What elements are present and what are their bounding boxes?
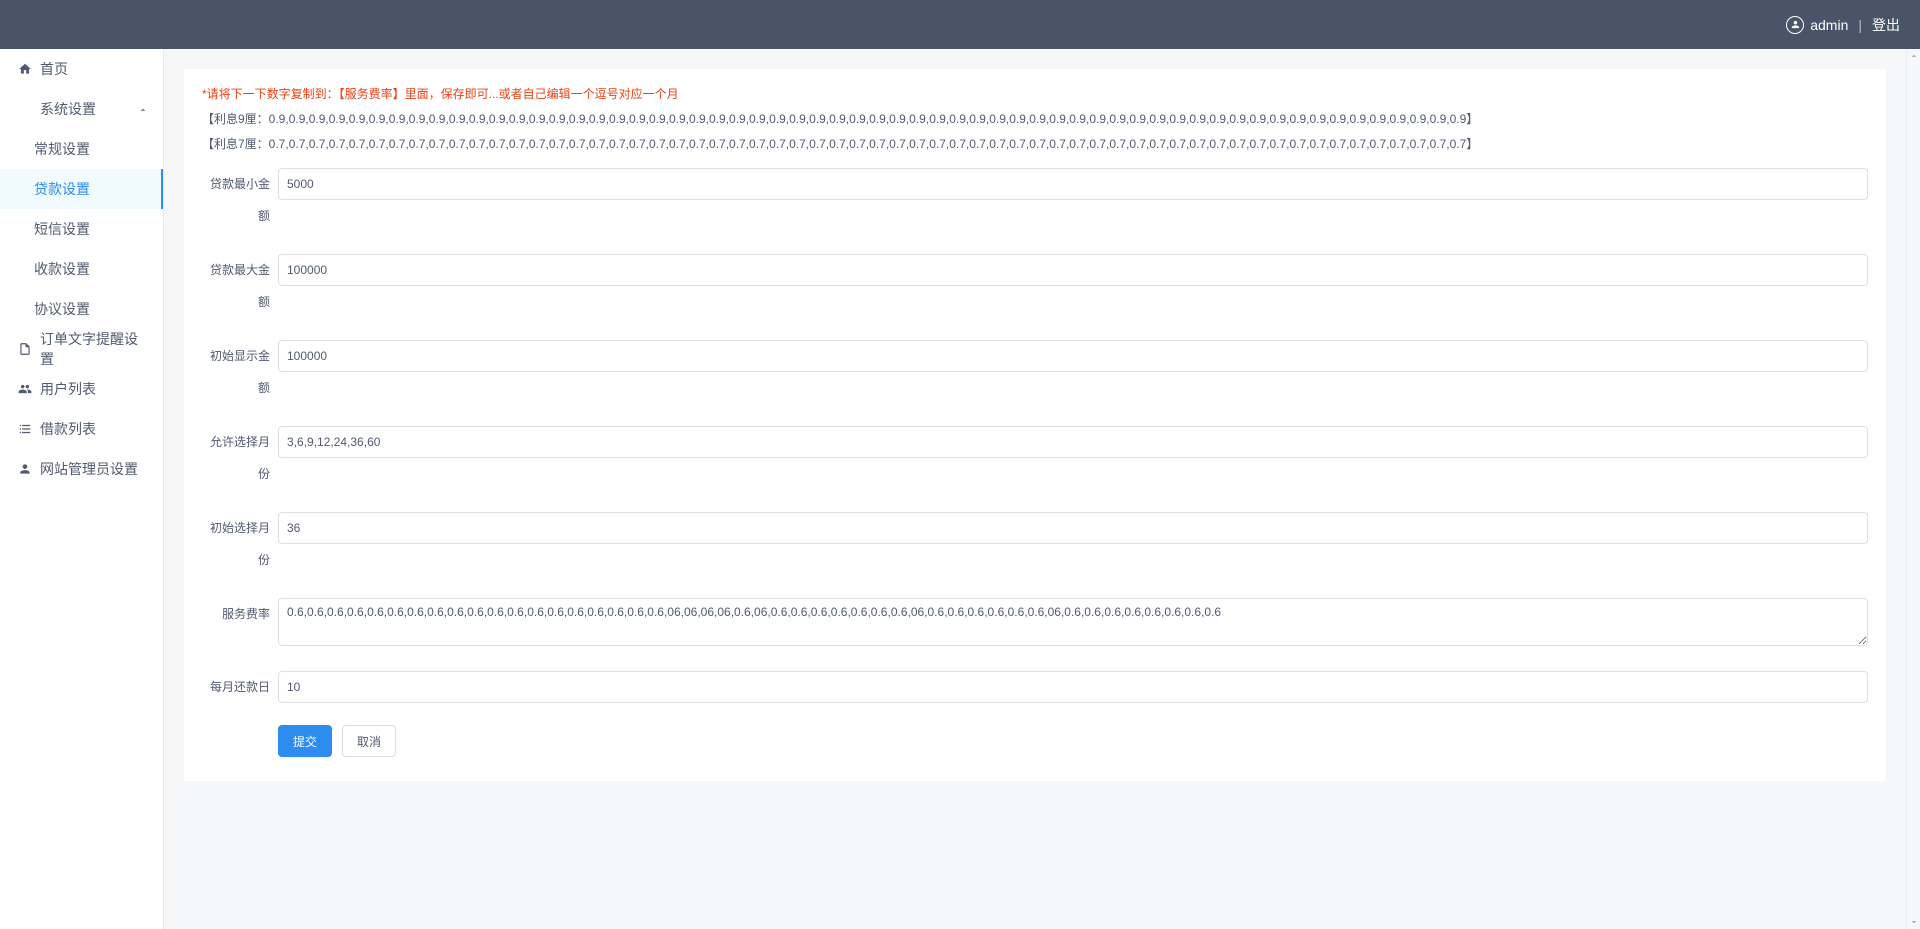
sidebar-item-label: 订单文字提醒设置 [40,329,145,369]
header-user-section[interactable]: admin [1786,16,1848,34]
sidebar-item-borrow-list[interactable]: 借款列表 [0,409,163,449]
sidebar-item-label: 协议设置 [34,299,90,319]
sidebar-item-user-list[interactable]: 用户列表 [0,369,163,409]
scroll-up-icon[interactable] [1907,49,1920,63]
sidebar-item-label: 常规设置 [34,139,90,159]
top-header: admin | 登出 [0,0,1920,49]
rate-7-hint: 【利息7厘：0.7,0.7,0.7,0.7,0.7,0.7,0.7,0.7,0.… [202,135,1868,152]
scrollbar[interactable] [1906,49,1920,929]
cancel-button[interactable]: 取消 [342,725,396,757]
person-icon [18,462,32,476]
sidebar-item-label: 网站管理员设置 [40,459,138,479]
sidebar-item-label: 用户列表 [40,379,96,399]
sidebar-item-label: 系统设置 [40,99,96,119]
hint-warning: *请将下一下数字复制到：【服务费率】里面，保存即可...或者自己编辑一个逗号对应… [202,85,1868,102]
home-icon [18,62,32,76]
chevron-up-icon [137,103,149,119]
logout-link[interactable]: 登出 [1872,15,1900,35]
sidebar-item-label: 借款列表 [40,419,96,439]
list-icon [18,422,32,436]
label-init-display-amount: 初始显示金额 [202,340,278,404]
sidebar-item-home[interactable]: 首页 [0,49,163,89]
init-display-amount-input[interactable] [278,340,1868,372]
max-amount-input[interactable] [278,254,1868,286]
content-panel: *请将下一下数字复制到：【服务费率】里面，保存即可...或者自己编辑一个逗号对应… [184,69,1886,781]
init-month-input[interactable] [278,512,1868,544]
label-max-amount: 贷款最大金额 [202,254,278,318]
sidebar-item-label: 首页 [40,59,68,79]
service-rate-textarea[interactable] [278,598,1868,646]
sidebar-item-payment-settings[interactable]: 收款设置 [0,249,163,289]
sidebar-item-label: 贷款设置 [34,179,90,199]
label-allowed-months: 允许选择月份 [202,426,278,490]
header-username: admin [1810,17,1848,33]
content-scroll: *请将下一下数字复制到：【服务费率】里面，保存即可...或者自己编辑一个逗号对应… [164,49,1906,929]
label-repay-day: 每月还款日 [202,671,278,703]
sidebar-item-label: 收款设置 [34,259,90,279]
body-layout: 首页 系统设置 常规设置 贷款设置 短信设置 收款设置 协议设置 订单文字提醒设… [0,49,1920,929]
sidebar-item-agreement-settings[interactable]: 协议设置 [0,289,163,329]
sidebar-item-sms-settings[interactable]: 短信设置 [0,209,163,249]
loan-settings-form: 贷款最小金额 贷款最大金额 初始显示金额 允许选择月份 [202,168,1868,757]
sidebar-item-label: 短信设置 [34,219,90,239]
document-icon [18,342,32,356]
sidebar-item-admin-settings[interactable]: 网站管理员设置 [0,449,163,489]
gear-icon [18,102,32,116]
allowed-months-input[interactable] [278,426,1868,458]
label-init-month: 初始选择月份 [202,512,278,576]
min-amount-input[interactable] [278,168,1868,200]
sidebar: 首页 系统设置 常规设置 贷款设置 短信设置 收款设置 协议设置 订单文字提醒设… [0,49,164,929]
repay-day-input[interactable] [278,671,1868,703]
label-service-rate: 服务费率 [202,598,278,630]
header-separator: | [1858,17,1862,33]
label-min-amount: 贷款最小金额 [202,168,278,232]
sidebar-item-system-settings[interactable]: 系统设置 [0,89,163,129]
users-icon [18,382,32,396]
scroll-down-icon[interactable] [1907,915,1920,929]
submit-button[interactable]: 提交 [278,725,332,757]
user-avatar-icon [1786,16,1804,34]
rate-9-hint: 【利息9厘：0.9,0.9,0.9,0.9,0.9,0.9,0.9,0.9,0.… [202,110,1868,127]
main-area: *请将下一下数字复制到：【服务费率】里面，保存即可...或者自己编辑一个逗号对应… [164,49,1920,929]
sidebar-item-general-settings[interactable]: 常规设置 [0,129,163,169]
sidebar-item-order-text[interactable]: 订单文字提醒设置 [0,329,163,369]
sidebar-item-loan-settings[interactable]: 贷款设置 [0,169,163,209]
